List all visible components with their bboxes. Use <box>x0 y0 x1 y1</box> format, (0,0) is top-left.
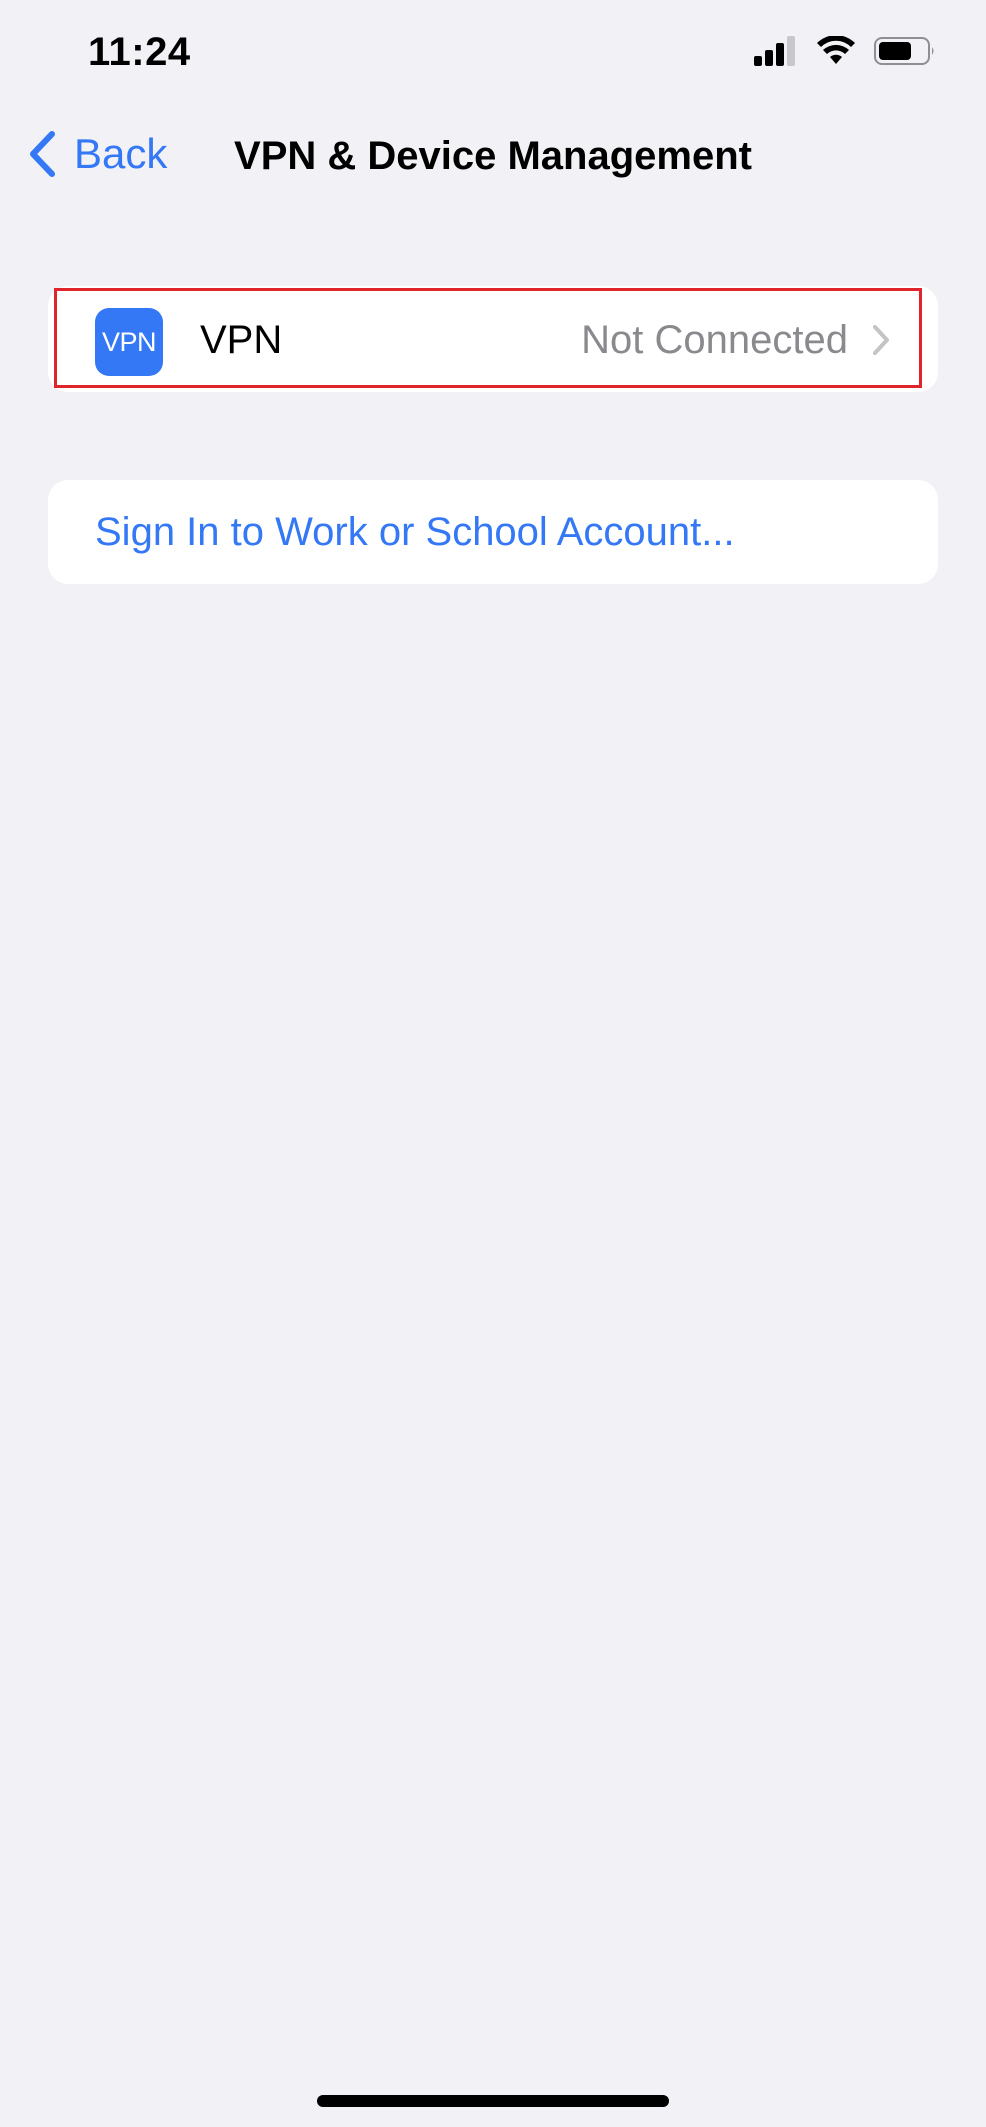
vpn-status: Not Connected <box>581 318 848 362</box>
vpn-row[interactable]: VPN VPN Not Connected <box>48 286 938 392</box>
chevron-right-icon <box>873 325 889 355</box>
page-title: VPN & Device Management <box>234 134 752 178</box>
wifi-icon <box>817 36 855 64</box>
status-bar: 11:24 <box>0 0 986 110</box>
status-time: 11:24 <box>88 30 191 74</box>
home-indicator[interactable] <box>317 2095 669 2107</box>
navigation-bar: Back VPN & Device Management <box>0 120 986 200</box>
vpn-icon: VPN <box>95 308 163 376</box>
cellular-signal-icon <box>754 36 795 66</box>
status-icons <box>754 36 936 66</box>
battery-icon <box>874 37 934 65</box>
signin-group: Sign In to Work or School Account... <box>48 480 938 584</box>
sign-in-label: Sign In to Work or School Account... <box>95 510 735 554</box>
vpn-group: VPN VPN Not Connected <box>48 286 938 392</box>
vpn-label: VPN <box>200 318 283 362</box>
sign-in-work-school-button[interactable]: Sign In to Work or School Account... <box>48 480 938 584</box>
